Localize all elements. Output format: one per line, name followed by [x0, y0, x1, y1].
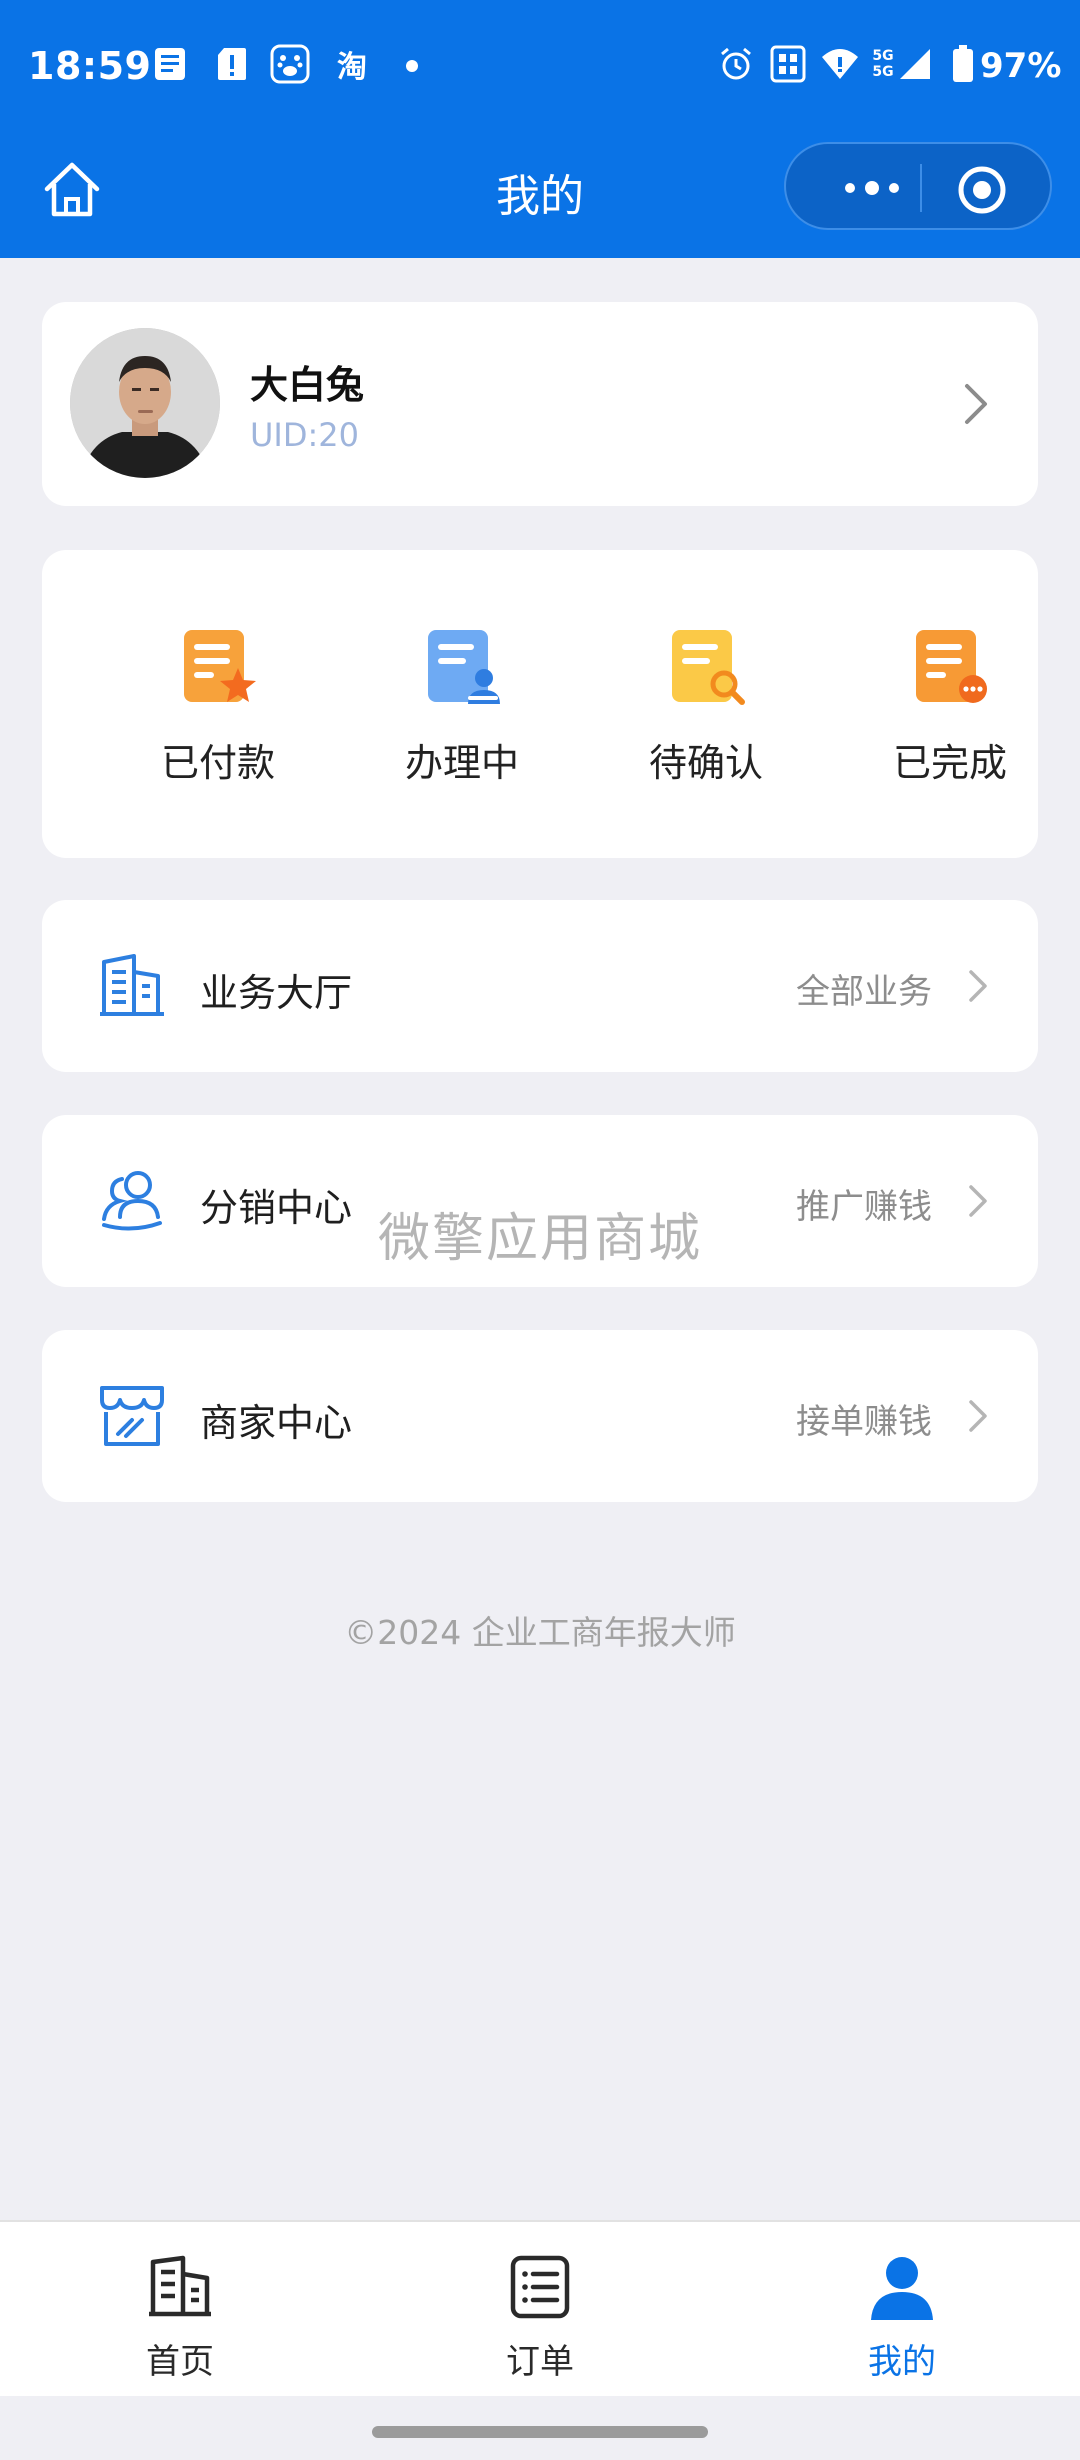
menu-right-text: 推广赚钱: [796, 1187, 932, 1227]
signal-5g-icon: 5G 5G: [866, 44, 938, 84]
capsule-divider: [920, 164, 922, 212]
taobao-icon: 淘: [337, 50, 367, 85]
processing-doc-icon: [422, 626, 502, 706]
order-label: 待确认: [648, 741, 763, 785]
menu-right-text: 接单赚钱: [796, 1402, 932, 1442]
nav-bar: 我的: [0, 130, 1080, 258]
menu-business-hall[interactable]: 业务大厅 全部业务: [42, 900, 1038, 1072]
signal-label-2: 5G: [872, 64, 894, 80]
chevron-right-icon: [958, 1181, 998, 1221]
alert-icon: [212, 44, 252, 84]
wifi-icon: [818, 44, 862, 84]
tab-label: 订单: [506, 2342, 574, 2382]
tab-bar: 首页 订单 我的: [0, 2220, 1080, 2396]
tab-orders[interactable]: 订单: [430, 2252, 650, 2382]
status-bar: 18:59 淘 5G 5G 97%: [0, 0, 1080, 130]
menu-label: 商家中心: [200, 1401, 353, 1445]
tab-label: 我的: [868, 2342, 936, 2382]
order-paid[interactable]: 已付款: [118, 626, 318, 796]
order-completed[interactable]: 已完成: [850, 626, 1050, 796]
close-target-icon[interactable]: [954, 162, 1010, 218]
order-list-icon: [505, 2252, 575, 2322]
building-icon: [98, 952, 166, 1020]
profile-card[interactable]: 大白兔 UID:20: [42, 302, 1038, 506]
top-bar: 18:59 淘 5G 5G 97% 我的: [0, 0, 1080, 258]
mini-program-capsule: [784, 142, 1052, 230]
more-options-icon[interactable]: [822, 166, 922, 210]
user-uid: UID:20: [250, 416, 359, 454]
screen: 18:59 淘 5G 5G 97% 我的 大白兔 UID:20 已付款 办理中 …: [0, 0, 1080, 2460]
order-label: 已付款: [160, 741, 275, 785]
nfc-icon: [768, 44, 808, 84]
menu-label: 分销中心: [200, 1186, 353, 1230]
menu-merchant-center[interactable]: 商家中心 接单赚钱: [42, 1330, 1038, 1502]
chevron-right-icon[interactable]: [952, 380, 1000, 428]
menu-distribution-center[interactable]: 分销中心 推广赚钱: [42, 1115, 1038, 1287]
baidu-paw-icon: [268, 44, 312, 84]
battery-icon: [948, 44, 978, 84]
chevron-right-icon: [958, 966, 998, 1006]
order-status-card: 已付款 办理中 待确认 已完成: [42, 550, 1038, 858]
username: 大白兔: [250, 363, 365, 407]
home-indicator[interactable]: [372, 2426, 708, 2438]
doc-icon: [150, 44, 190, 84]
more-notifications-dot: [406, 60, 418, 72]
completed-doc-icon: [910, 626, 990, 706]
order-label: 办理中: [404, 741, 519, 785]
paid-doc-icon: [178, 626, 258, 706]
menu-label: 业务大厅: [200, 971, 353, 1015]
tab-mine[interactable]: 我的: [792, 2252, 1012, 2382]
gesture-bar: [0, 2396, 1080, 2460]
menu-right-text: 全部业务: [796, 972, 932, 1012]
signal-label-1: 5G: [872, 48, 894, 64]
tab-home[interactable]: 首页: [70, 2252, 290, 2382]
chevron-right-icon: [958, 1396, 998, 1436]
avatar[interactable]: [70, 328, 220, 478]
profile-icon: [867, 2252, 937, 2322]
battery-percent: 97%: [980, 46, 1062, 86]
order-processing[interactable]: 办理中: [362, 626, 562, 796]
alarm-icon: [716, 44, 756, 84]
order-pending[interactable]: 待确认: [606, 626, 806, 796]
status-time: 18:59: [28, 44, 152, 88]
tab-label: 首页: [146, 2342, 214, 2382]
order-label: 已完成: [892, 741, 1007, 785]
users-icon: [98, 1167, 166, 1235]
home-building-icon: [145, 2252, 215, 2322]
pending-doc-icon: [666, 626, 746, 706]
copyright: ©2024 企业工商年报大师: [344, 1613, 736, 1652]
store-icon: [98, 1382, 166, 1450]
